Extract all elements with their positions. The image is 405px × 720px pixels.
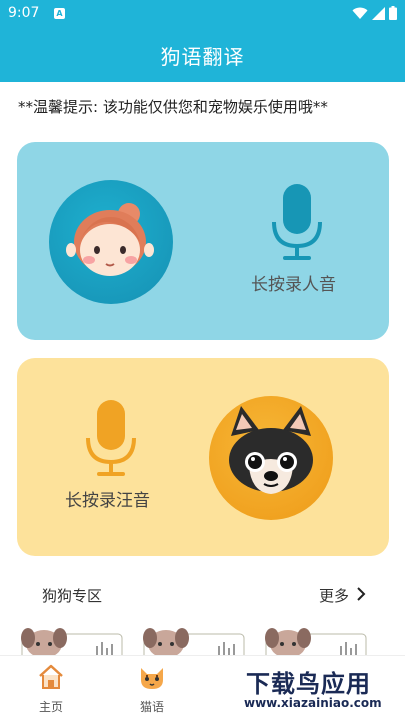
microphone-icon [83, 400, 139, 484]
nav-label-cat: 猫语 [139, 700, 164, 714]
app-bar: 狗语翻译 [0, 26, 405, 82]
record-human-card[interactable]: 长按录人音 [17, 142, 389, 340]
nav-item-cat[interactable]: 猫语 [112, 664, 192, 715]
notification-badge: A [54, 8, 65, 19]
girl-face-icon [49, 180, 173, 304]
record-human-label: 长按录人音 [251, 275, 336, 295]
list-item[interactable] [262, 624, 370, 656]
list-item[interactable] [140, 624, 248, 656]
page-title: 狗语翻译 [160, 45, 245, 69]
record-dog-card[interactable]: 长按录汪音 [17, 358, 389, 556]
tip-text: **温馨提示: 该功能仅供您和宠物娱乐使用哦** [18, 98, 328, 116]
microphone-icon [269, 184, 325, 268]
wifi-icon [352, 7, 368, 19]
list-item[interactable] [18, 624, 126, 656]
record-dog-label: 长按录汪音 [65, 491, 150, 511]
system-icons [352, 6, 397, 20]
dog-face-icon [209, 396, 333, 520]
dog-sound-list [0, 624, 405, 656]
battery-icon [389, 6, 397, 20]
section-title: 狗狗专区 [42, 587, 103, 605]
dog-section-header: 狗狗专区 更多 [0, 580, 405, 610]
cat-face-icon [141, 668, 163, 689]
nav-item-home[interactable]: 主页 [11, 664, 91, 715]
chevron-right-icon[interactable] [355, 586, 367, 602]
status-bar: 9:07 A [0, 0, 405, 26]
site-watermark: 下载鸟应用 www.xiazainiao.com [236, 664, 404, 716]
home-icon [39, 664, 63, 689]
status-time: 9:07 [8, 5, 40, 21]
more-label: 更多 [318, 587, 349, 605]
watermark-url: www.xiazainiao.com [244, 696, 382, 710]
watermark-title: 下载鸟应用 [246, 670, 371, 698]
signal-icon [372, 6, 385, 20]
nav-label-home: 主页 [38, 700, 63, 714]
